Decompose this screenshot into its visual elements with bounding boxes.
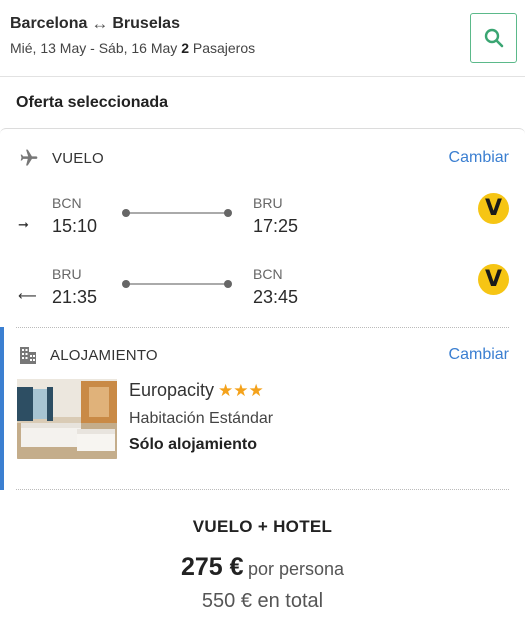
- roundtrip-arrows-icon: ↔: [91, 14, 109, 33]
- arrow-right-icon: ➞: [18, 217, 29, 232]
- offer-title: Oferta seleccionada: [16, 94, 169, 111]
- section-divider: [16, 489, 509, 490]
- origin-dot: [122, 280, 130, 288]
- per-person-label: por persona: [247, 559, 345, 579]
- destination-dot: [224, 280, 232, 288]
- travel-dates: Mié, 13 May - Sáb, 16 May 2 Pasajeros: [10, 40, 255, 56]
- flight-label: VUELO: [52, 149, 104, 167]
- passenger-count: 2: [181, 40, 189, 56]
- hotel-name: Europacity: [129, 380, 215, 400]
- selected-accent-bar: [0, 327, 4, 490]
- departure-time: 15:10: [52, 216, 98, 236]
- route: Barcelona ↔ Bruselas: [10, 14, 180, 34]
- destination-dot: [224, 209, 232, 217]
- flight-path-line: [126, 283, 228, 285]
- arrival-airport: BCN: [253, 266, 283, 282]
- total-price: 550 € en total: [201, 590, 324, 612]
- origin-city: Barcelona: [10, 15, 88, 32]
- departure-time: 21:35: [52, 287, 98, 307]
- departure-airport: BCN: [52, 195, 82, 211]
- section-divider: [16, 327, 509, 328]
- arrival-time: 23:45: [253, 287, 299, 307]
- flight-section-header: VUELO: [18, 148, 104, 168]
- destination-city: Bruselas: [112, 15, 180, 32]
- search-icon: [484, 28, 503, 48]
- hotel-photo[interactable]: [17, 379, 117, 459]
- arrival-airport: BRU: [253, 195, 283, 211]
- price-per-person: 275 €: [180, 553, 244, 581]
- search-summary-header: Barcelona ↔ Bruselas Mié, 13 May - Sáb, …: [0, 0, 525, 77]
- package-title: VUELO + HOTEL: [192, 517, 333, 536]
- airplane-icon: [20, 149, 38, 166]
- hotel-label: ALOJAMIENTO: [50, 346, 158, 364]
- flight-leg-outbound: ➞ BCN 15:10 BRU 17:25: [0, 193, 525, 253]
- change-hotel-link[interactable]: Cambiar: [449, 346, 509, 364]
- search-button[interactable]: [470, 13, 517, 63]
- flight-leg-return: ⟵ BRU 21:35 BCN 23:45: [0, 264, 525, 324]
- date-range: Mié, 13 May - Sáb, 16 May: [10, 40, 178, 56]
- price-per-person-row: 275 € por persona: [0, 553, 525, 582]
- origin-dot: [122, 209, 130, 217]
- flight-path-line: [126, 212, 228, 214]
- departure-airport: BRU: [52, 266, 82, 282]
- building-icon: [20, 347, 36, 364]
- change-flight-link[interactable]: Cambiar: [449, 149, 509, 167]
- arrival-time: 17:25: [253, 216, 299, 236]
- hotel-section-header: ALOJAMIENTO: [18, 345, 158, 365]
- board-type: Sólo alojamiento: [129, 436, 258, 453]
- passenger-label: Pasajeros: [192, 40, 256, 56]
- hotel-name-row: Europacity ★★★: [129, 380, 264, 401]
- airline-logo: V: [478, 193, 509, 224]
- arrow-left-icon: ⟵: [18, 288, 37, 303]
- room-type: Habitación Estándar: [129, 410, 274, 427]
- star-rating: ★★★: [218, 380, 264, 400]
- airline-logo: V: [478, 264, 509, 295]
